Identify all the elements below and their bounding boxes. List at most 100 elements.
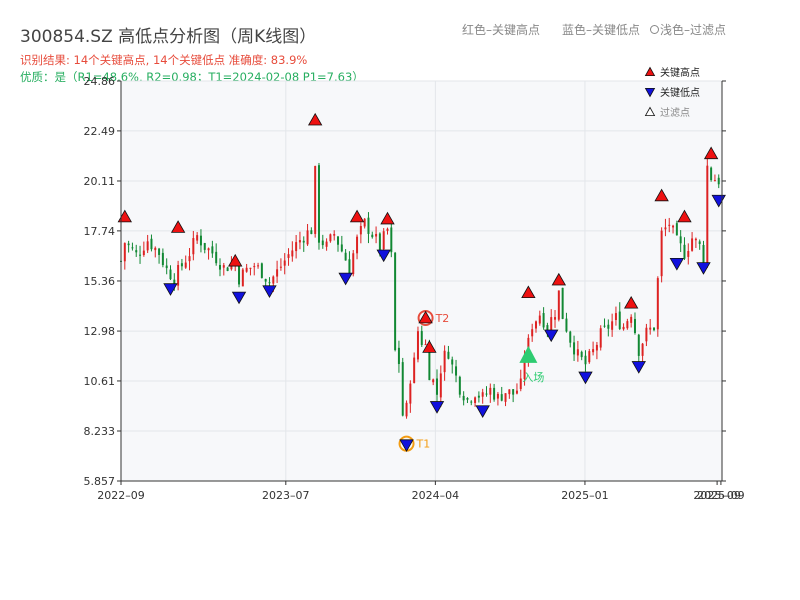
candle-body <box>649 327 652 330</box>
x-tick-label: 2025–09 <box>697 489 745 502</box>
candle-body <box>515 390 518 394</box>
candle-body <box>717 177 720 185</box>
candle <box>352 250 355 277</box>
candle-body <box>569 331 572 343</box>
candle-body <box>626 321 629 329</box>
candle-body <box>142 250 145 256</box>
candle-body <box>618 311 621 329</box>
candle-body <box>268 282 271 284</box>
y-tick-label: 8.233 <box>84 425 116 438</box>
x-tick-label: 2023–07 <box>262 489 310 502</box>
candle-body <box>432 379 435 383</box>
candle-body <box>302 240 305 243</box>
candle-body <box>409 383 412 404</box>
candle-body <box>245 267 248 272</box>
candle-body <box>127 243 130 246</box>
candle <box>656 276 659 337</box>
candle-body <box>310 230 313 235</box>
candle-body <box>561 287 564 319</box>
candle-body <box>150 238 153 250</box>
candle-body <box>276 269 279 277</box>
candle-body <box>329 234 332 242</box>
candle-body <box>131 247 134 249</box>
candle-body <box>512 389 515 395</box>
legend-label: 过滤点 <box>660 106 690 119</box>
y-tick-label: 20.11 <box>84 175 116 188</box>
candle-body <box>241 269 244 287</box>
candle-body <box>706 165 709 265</box>
y-tick-label: 10.61 <box>84 375 116 388</box>
candle-body <box>672 225 675 228</box>
candle <box>314 165 317 238</box>
candle-body <box>287 254 290 258</box>
candle-body <box>169 269 172 280</box>
candle-body <box>493 387 496 400</box>
candle-body <box>557 290 560 320</box>
candle-body <box>394 252 397 351</box>
candle-body <box>291 250 294 257</box>
candle-body <box>592 349 595 353</box>
candle-body <box>344 252 347 261</box>
legend-marker-high <box>644 66 656 76</box>
candle-body <box>161 252 164 266</box>
candle-body <box>679 236 682 244</box>
candle-body <box>653 327 656 331</box>
candle-body <box>413 357 416 383</box>
candle-body <box>668 224 671 226</box>
candle-body <box>538 315 541 324</box>
legend-label: 关键低点 <box>660 86 700 99</box>
candle-body <box>664 227 667 230</box>
candle <box>405 400 408 419</box>
x-tick-label: 2022–09 <box>97 489 145 502</box>
candle-body <box>595 344 598 351</box>
candle-body <box>614 313 617 321</box>
candle-body <box>333 234 336 236</box>
candle <box>401 357 404 417</box>
candle-body <box>462 395 465 401</box>
y-tick-label: 17.74 <box>84 225 116 238</box>
candle-body <box>439 373 442 398</box>
candle <box>561 287 564 320</box>
candle <box>660 227 663 283</box>
candle-body <box>306 230 309 245</box>
candle-body <box>363 218 366 227</box>
candle-body <box>272 276 275 284</box>
candle <box>241 267 244 287</box>
candle-body <box>656 278 659 330</box>
candle-body <box>405 402 408 417</box>
candle-body <box>295 242 298 252</box>
candle-body <box>531 329 534 337</box>
t1-label: T1 <box>416 438 431 451</box>
candle-body <box>698 241 701 244</box>
candle-body <box>466 397 469 400</box>
candle-body <box>713 180 716 182</box>
x-tick-label: 2025–01 <box>561 489 609 502</box>
candle-body <box>283 260 286 266</box>
candle-body <box>337 236 340 245</box>
candle-body <box>622 326 625 330</box>
candle-body <box>386 228 389 231</box>
candle-body <box>633 318 636 334</box>
candle-body <box>177 264 180 286</box>
candle-body <box>641 343 644 356</box>
candle-body <box>443 350 446 373</box>
candle-body <box>238 264 241 285</box>
candle <box>458 375 461 398</box>
candle-body <box>660 230 663 277</box>
candle <box>260 262 263 279</box>
candle-body <box>455 366 458 376</box>
candle <box>390 222 393 258</box>
candle-body <box>158 248 161 255</box>
candle-body <box>451 359 454 365</box>
candle-body <box>253 266 256 268</box>
candle-body <box>691 238 694 251</box>
candle-body <box>352 253 355 275</box>
candle-body <box>203 242 206 250</box>
candle-body <box>340 244 343 252</box>
candle-body <box>580 351 583 358</box>
candle-body <box>447 351 450 359</box>
candle-body <box>611 321 614 330</box>
candle-body <box>645 327 648 342</box>
price-chart: T1 T2 入场 5.857 8.233 10.61 12.98 15.36 17.74 20.… <box>84 66 745 502</box>
candle-body <box>279 266 282 268</box>
